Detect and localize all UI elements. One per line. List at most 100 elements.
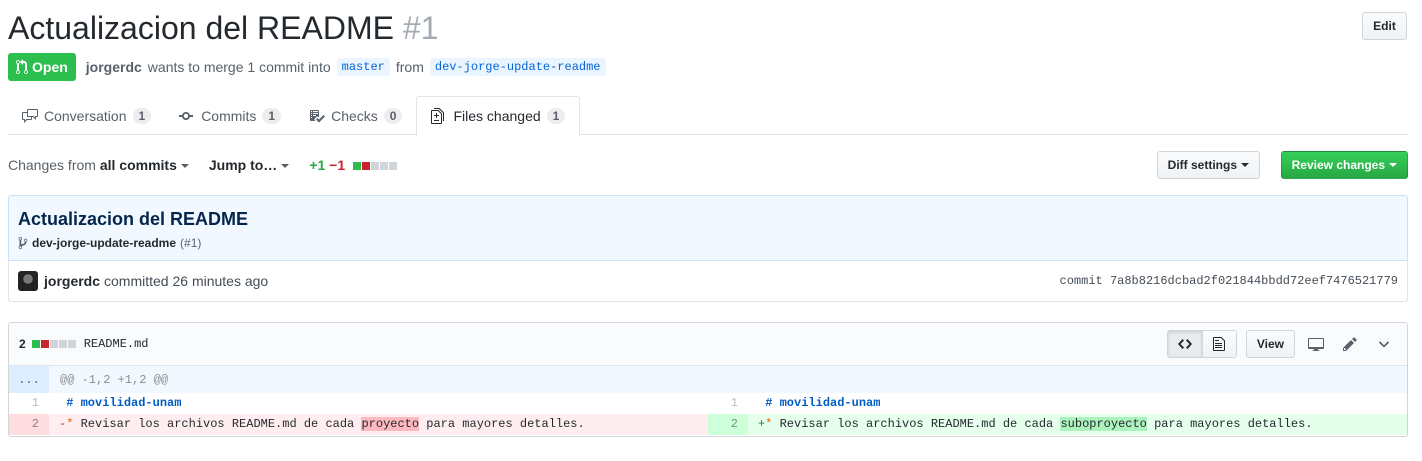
jump-to-select[interactable]: Jump to… bbox=[209, 157, 290, 173]
source-diff-button[interactable] bbox=[1167, 331, 1202, 357]
commit-branch-name[interactable]: dev-jorge-update-readme bbox=[32, 236, 176, 250]
diffstat-block-neutral bbox=[389, 162, 398, 171]
tab-files-changed[interactable]: Files changed 1 bbox=[416, 96, 581, 136]
avatar[interactable] bbox=[18, 271, 38, 291]
code-text: para mayores detalles. bbox=[419, 417, 585, 431]
code-text: # movilidad-unam bbox=[765, 396, 881, 410]
diffstat-block-deleted bbox=[362, 162, 371, 171]
git-commit-icon bbox=[179, 111, 194, 120]
hunk-range: @@ -1,2 +1,2 @@ bbox=[60, 372, 169, 387]
list-star: * bbox=[765, 417, 773, 431]
code-text: para mayores detalles. bbox=[1146, 417, 1313, 431]
chevron-down-icon bbox=[1241, 163, 1249, 167]
pr-author-link[interactable]: jorgerdc bbox=[86, 59, 142, 75]
code-text: # movilidad-unam bbox=[66, 396, 182, 410]
commit-pr-ref[interactable]: (#1) bbox=[180, 236, 201, 250]
diff-right: 1 # movilidad-unam 2 +* Revisar los arch… bbox=[708, 393, 1407, 435]
pr-title: Actualizacion del README #1 bbox=[8, 8, 438, 48]
tab-checks[interactable]: Checks 0 bbox=[295, 96, 416, 135]
tab-commits[interactable]: Commits 1 bbox=[165, 96, 295, 135]
desktop-open-button[interactable] bbox=[1303, 330, 1329, 358]
commit-branch: dev-jorge-update-readme (#1) bbox=[18, 236, 1398, 250]
base-branch[interactable]: master bbox=[336, 58, 390, 76]
file-diff: 2 README.md View ... @@ -1,2 +1,2 @@ 1 #… bbox=[8, 322, 1408, 437]
file-name[interactable]: README.md bbox=[84, 337, 149, 351]
pr-tabs: Conversation 1 Commits 1 Checks 0 Files … bbox=[8, 96, 1408, 136]
files-toolbar: Changes from all commits Jump to… +1 −1 … bbox=[8, 150, 1408, 180]
tab-counter: 1 bbox=[132, 107, 152, 124]
tab-label: Checks bbox=[331, 107, 378, 124]
tab-counter: 1 bbox=[546, 108, 566, 124]
git-pull-request-icon bbox=[16, 59, 28, 75]
comment-discussion-icon bbox=[22, 108, 38, 123]
code-line: # movilidad-unam bbox=[49, 393, 708, 414]
file-header: 2 README.md View bbox=[9, 323, 1407, 366]
split-diff: 1 # movilidad-unam 2 -* Revisar los arch… bbox=[9, 393, 1407, 435]
tab-label: Conversation bbox=[44, 107, 127, 124]
code-text: Revisar los archivos README.md de cada bbox=[779, 417, 1061, 431]
commit-time: committed 26 minutes ago bbox=[104, 273, 269, 289]
commit-sha[interactable]: commit 7a8b8216dcbad2f021844bbdd72eef747… bbox=[1060, 274, 1398, 288]
line-number[interactable]: 1 bbox=[9, 393, 49, 414]
commit-meta: jorgerdc committed 26 minutes ago commit… bbox=[8, 261, 1408, 302]
list-star: * bbox=[66, 417, 74, 431]
tab-counter: 0 bbox=[383, 107, 403, 124]
checklist-icon bbox=[310, 109, 326, 122]
tab-conversation[interactable]: Conversation 1 bbox=[8, 96, 165, 135]
chevron-down-icon bbox=[1389, 163, 1397, 167]
chevron-down-icon bbox=[180, 164, 189, 169]
diffstat-blocks bbox=[31, 340, 76, 348]
diffstat-block-neutral bbox=[380, 162, 389, 171]
pr-title-text: Actualizacion del README bbox=[8, 10, 394, 46]
line-number[interactable]: 1 bbox=[708, 393, 748, 414]
diffstat-block-neutral bbox=[58, 340, 67, 348]
line-number[interactable]: 2 bbox=[9, 414, 49, 435]
file-menu-button[interactable] bbox=[1371, 330, 1397, 358]
git-branch-icon bbox=[18, 236, 28, 250]
commit-header: Actualizacion del README dev-jorge-updat… bbox=[9, 196, 1407, 261]
code-line: # movilidad-unam bbox=[748, 393, 1407, 414]
rich-diff-button[interactable] bbox=[1201, 331, 1236, 357]
pr-meta: Open jorgerdc wants to merge 1 commit in… bbox=[8, 53, 606, 81]
diffstat-blocks bbox=[353, 162, 398, 171]
edit-button[interactable]: Edit bbox=[1362, 12, 1407, 40]
tab-label: Files changed bbox=[453, 108, 541, 124]
diffstat-block-deleted bbox=[40, 340, 49, 348]
code-line: -* Revisar los archivos README.md de cad… bbox=[49, 414, 708, 435]
file-change-count: 2 bbox=[19, 337, 26, 351]
diffstat-block-neutral bbox=[371, 162, 380, 171]
additions-count: +1 bbox=[309, 157, 326, 173]
review-changes-label: Review changes bbox=[1291, 158, 1385, 172]
code-icon bbox=[1177, 339, 1192, 349]
diffstat: +1 −1 bbox=[309, 157, 398, 173]
code-line: +* Revisar los archivos README.md de cad… bbox=[748, 414, 1407, 435]
status-badge: Open bbox=[8, 53, 76, 81]
view-file-button[interactable]: View bbox=[1245, 330, 1295, 358]
diff-line: 1 # movilidad-unam bbox=[9, 393, 708, 414]
diff-view-toggle bbox=[1166, 330, 1237, 358]
review-changes-button[interactable]: Review changes bbox=[1280, 151, 1408, 179]
hunk-header: ... @@ -1,2 +1,2 @@ bbox=[9, 366, 1407, 393]
chevron-down-icon bbox=[1378, 341, 1390, 348]
commit-author[interactable]: jorgerdc bbox=[44, 273, 100, 289]
merge-text: wants to merge 1 commit into bbox=[147, 59, 331, 75]
commit-box: Actualizacion del README dev-jorge-updat… bbox=[8, 195, 1408, 302]
device-desktop-icon bbox=[1308, 338, 1324, 351]
code-text: Revisar los archivos README.md de cada bbox=[80, 417, 362, 431]
status-label: Open bbox=[32, 59, 68, 75]
diff-line: 1 # movilidad-unam bbox=[708, 393, 1407, 414]
line-number[interactable]: 2 bbox=[708, 414, 748, 435]
tab-label: Commits bbox=[201, 107, 257, 124]
file-actions: View bbox=[1166, 330, 1397, 358]
edit-file-button[interactable] bbox=[1337, 330, 1363, 358]
expand-hunk-button[interactable]: ... bbox=[9, 366, 49, 393]
word-diff-added: suboproyecto bbox=[1060, 417, 1147, 431]
diffstat-block-added bbox=[353, 162, 362, 171]
changes-prefix: Changes from bbox=[8, 157, 96, 173]
head-branch[interactable]: dev-jorge-update-readme bbox=[429, 58, 606, 76]
changes-value: all commits bbox=[99, 157, 177, 173]
changes-from-select[interactable]: Changes from all commits bbox=[8, 157, 189, 173]
file-diff-icon bbox=[431, 108, 445, 124]
file-icon bbox=[1213, 337, 1226, 351]
diff-settings-button[interactable]: Diff settings bbox=[1156, 151, 1260, 179]
